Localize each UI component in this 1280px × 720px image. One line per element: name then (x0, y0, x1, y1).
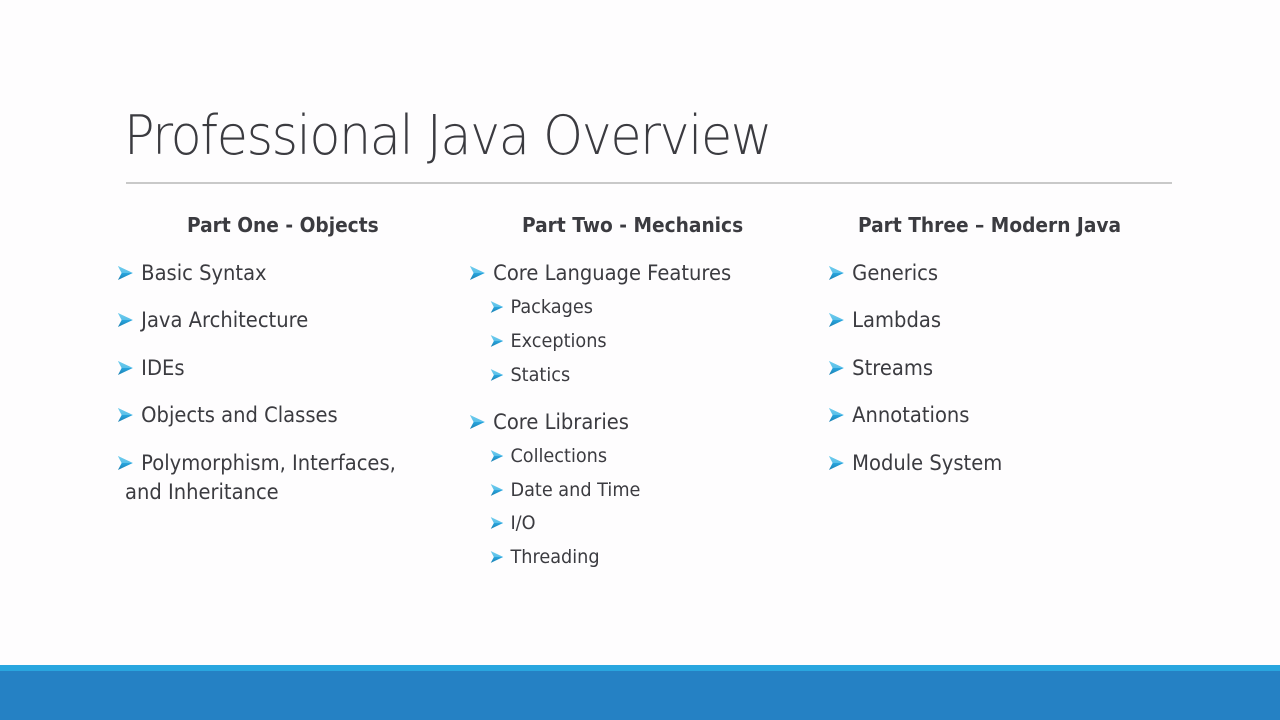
list-item: Core Libraries (469, 409, 629, 435)
list-item: Objects and Classes (117, 402, 338, 428)
sub-list-item: Statics (490, 362, 570, 388)
column-heading: Part One - Objects (187, 213, 379, 237)
arrow-bullet-icon (828, 360, 845, 376)
arrow-bullet-icon (828, 455, 845, 471)
slide: Professional Java Overview Part One - Ob… (0, 0, 1280, 720)
list-item: Streams (828, 355, 933, 381)
list-item: Java Architecture (117, 307, 308, 333)
sub-list-item: I/O (490, 510, 536, 536)
arrow-bullet-icon (490, 550, 504, 564)
arrow-bullet-icon (490, 334, 504, 348)
arrow-bullet-icon (117, 312, 134, 328)
list-item: IDEs (117, 355, 184, 381)
title-divider (126, 182, 1172, 184)
sub-list-item: Exceptions (490, 328, 607, 354)
sub-list-item: Threading (490, 544, 600, 570)
arrow-bullet-icon (828, 312, 845, 328)
list-item: Generics (828, 260, 938, 286)
arrow-bullet-icon (117, 455, 134, 471)
list-item: Core Language Features (469, 260, 731, 286)
list-item: Polymorphism, Interfaces, (117, 450, 396, 476)
list-item: Annotations (828, 402, 969, 428)
list-item-continuation: and Inheritance (125, 480, 279, 504)
list-item: Basic Syntax (117, 260, 267, 286)
sub-list-item: Collections (490, 443, 607, 469)
arrow-bullet-icon (469, 414, 486, 430)
footer-bar (0, 671, 1280, 720)
list-item: Lambdas (828, 307, 941, 333)
arrow-bullet-icon (117, 360, 134, 376)
sub-list-item: Packages (490, 294, 593, 320)
arrow-bullet-icon (469, 265, 486, 281)
sub-list-item: Date and Time (490, 477, 640, 503)
arrow-bullet-icon (490, 300, 504, 314)
arrow-bullet-icon (490, 449, 504, 463)
list-item: Module System (828, 450, 1002, 476)
arrow-bullet-icon (117, 265, 134, 281)
arrow-bullet-icon (490, 516, 504, 530)
arrow-bullet-icon (490, 483, 504, 497)
arrow-bullet-icon (828, 265, 845, 281)
arrow-bullet-icon (117, 407, 134, 423)
column-heading: Part Three – Modern Java (858, 213, 1122, 237)
column-heading: Part Two - Mechanics (522, 213, 744, 237)
arrow-bullet-icon (490, 368, 504, 382)
arrow-bullet-icon (828, 407, 845, 423)
slide-title: Professional Java Overview (124, 104, 772, 167)
